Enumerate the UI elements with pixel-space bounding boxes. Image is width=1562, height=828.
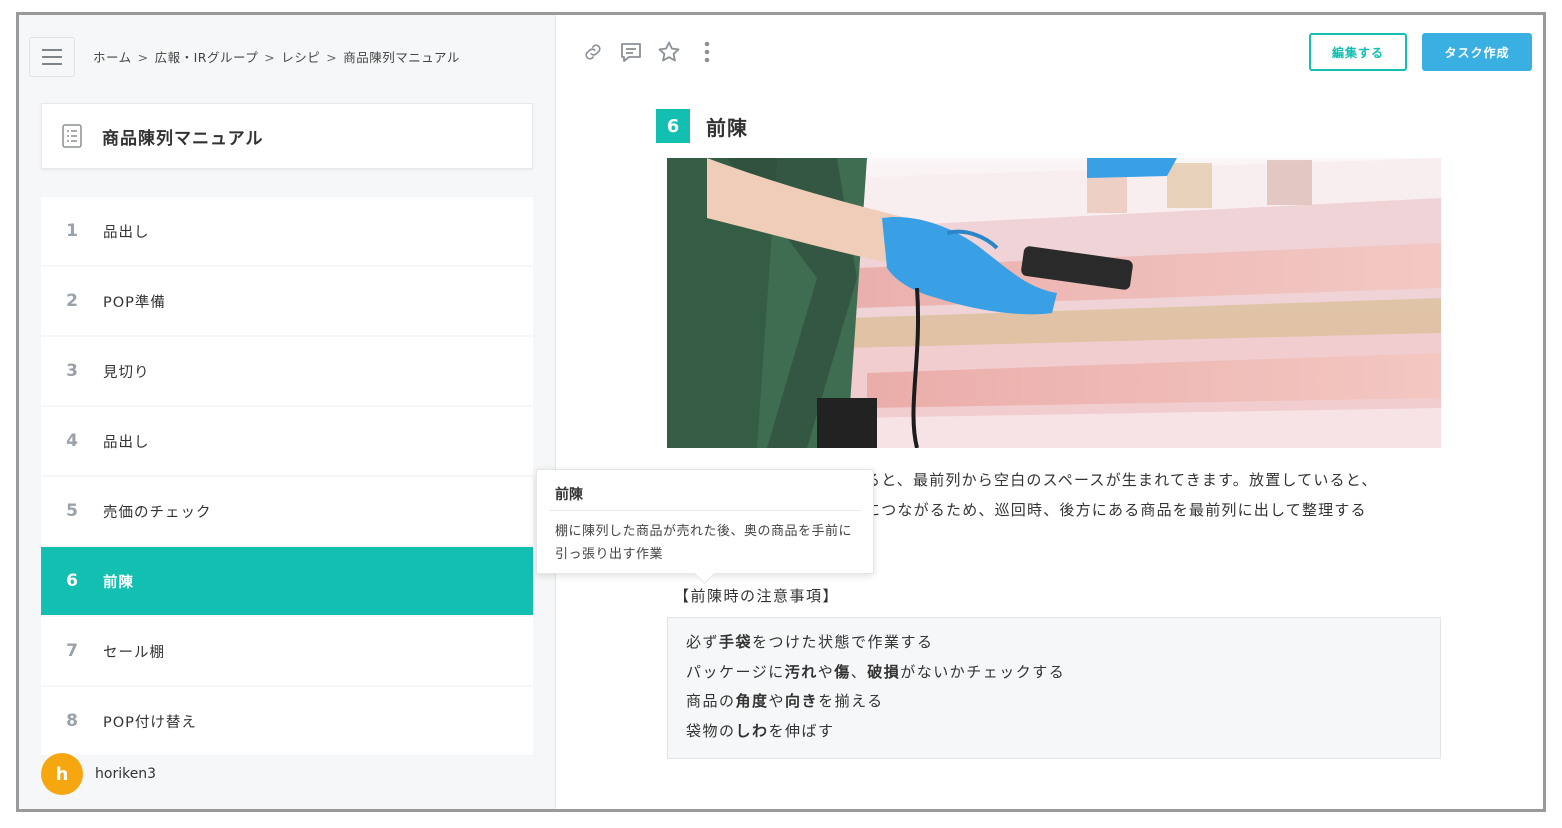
step-number: 5: [66, 501, 78, 521]
caution-item: 商品の角度や向きを揃える: [686, 687, 1440, 717]
username: horiken3: [95, 766, 157, 782]
description-line: ると、最前列から空白のスペースが生まれてきます。放置していると、: [865, 471, 1378, 489]
caution-text: を揃える: [818, 692, 884, 710]
caution-emphasis: 汚れ: [784, 662, 818, 681]
step-item-1[interactable]: 1 品出し: [41, 197, 533, 265]
breadcrumb-item[interactable]: 商品陳列マニュアル: [343, 50, 460, 65]
caution-text: パッケージに: [686, 662, 785, 681]
step-number: 1: [66, 221, 78, 241]
caution-text: 袋物の: [686, 721, 736, 740]
step-item-3[interactable]: 3 見切り: [41, 337, 533, 405]
caution-text: 、: [850, 662, 868, 681]
create-task-button[interactable]: タスク作成: [1422, 33, 1532, 71]
document-list-icon: [62, 124, 82, 148]
user-profile[interactable]: h horiken3: [41, 753, 156, 795]
step-list: 1 品出し 2 POP準備 3 見切り 4 品出し 5 売価のチェック 6 前陳 7 セール棚 8 POP付け…: [41, 197, 533, 757]
step-photo: [667, 158, 1441, 448]
step-number: 7: [66, 641, 78, 661]
caution-emphasis: 破損: [867, 662, 901, 681]
caution-text: や: [768, 692, 786, 710]
avatar[interactable]: h: [41, 753, 83, 795]
caution-text: 必ず: [686, 633, 720, 651]
step-label: 品出し: [103, 434, 150, 451]
section-number-badge: 6: [656, 109, 690, 143]
breadcrumb-separator: >: [137, 50, 149, 65]
step-item-7[interactable]: 7 セール棚: [41, 617, 533, 685]
edit-button[interactable]: 編集する: [1309, 33, 1407, 71]
caution-item: 袋物のしわを伸ばす: [686, 717, 1440, 747]
caution-text: をつけた状態で作業する: [752, 633, 934, 651]
more-vertical-icon[interactable]: [695, 39, 719, 65]
caution-title: 【前陳時の注意事項】: [674, 587, 840, 605]
tooltip-title: 前陳: [555, 487, 583, 503]
section-title: 前陳: [706, 115, 748, 140]
caution-item: パッケージに汚れや傷、破損がないかチェックする: [686, 658, 1440, 688]
step-label: 売価のチェック: [103, 504, 212, 521]
app-window: ホーム > 広報・IRグループ > レシピ > 商品陳列マニュアル 商品陳列マニュアル 1 品…: [16, 12, 1546, 812]
step-number: 4: [66, 431, 78, 451]
glossary-tooltip: 前陳 棚に陳列した商品が売れた後、奥の商品を手前に引っ張り出す作業: [536, 469, 874, 585]
step-label: POP付け替え: [103, 714, 197, 731]
document-card[interactable]: 商品陳列マニュアル: [41, 103, 533, 169]
document-title: 商品陳列マニュアル: [102, 128, 264, 149]
step-number: 8: [66, 711, 78, 731]
breadcrumb-item[interactable]: 広報・IRグループ: [155, 50, 259, 65]
caution-text: がないかチェックする: [900, 662, 1066, 681]
caution-emphasis: 傷: [834, 662, 851, 681]
step-item-4[interactable]: 4 品出し: [41, 407, 533, 475]
step-item-6[interactable]: 6 前陳: [41, 547, 533, 615]
step-label: 見切り: [103, 364, 150, 381]
caution-emphasis: 角度: [735, 692, 769, 710]
caution-emphasis: 向き: [785, 692, 819, 710]
description-line: につながるため、巡回時、後方にある商品を最前列に出して整理する: [865, 501, 1367, 519]
menu-icon: [42, 49, 62, 51]
star-icon[interactable]: [657, 39, 681, 65]
step-label: 品出し: [103, 224, 150, 241]
link-icon[interactable]: [581, 39, 605, 65]
breadcrumb-item[interactable]: ホーム: [93, 50, 132, 65]
step-number: 6: [66, 571, 78, 591]
section-heading: 6 前陳: [656, 109, 748, 143]
caution-emphasis: 手袋: [719, 633, 753, 651]
menu-toggle-button[interactable]: [29, 37, 75, 77]
breadcrumb: ホーム > 広報・IRグループ > レシピ > 商品陳列マニュアル: [93, 47, 460, 66]
comment-icon[interactable]: [619, 39, 643, 65]
sidebar: ホーム > 広報・IRグループ > レシピ > 商品陳列マニュアル 商品陳列マニュアル 1 品…: [19, 15, 556, 809]
step-description: ると、最前列から空白のスペースが生まれてきます。放置していると、 につながるため、…: [865, 465, 1455, 525]
caution-box: 必ず手袋をつけた状態で作業する パッケージに汚れや傷、破損がないかチェックする 商品…: [667, 617, 1441, 759]
caution-text: 商品の: [686, 692, 736, 710]
caution-text: や: [817, 662, 835, 681]
step-item-8[interactable]: 8 POP付け替え: [41, 687, 533, 755]
step-item-5[interactable]: 5 売価のチェック: [41, 477, 533, 545]
toolbar-icons: [581, 39, 719, 65]
caution-text: を伸ばす: [768, 721, 835, 740]
caution-emphasis: しわ: [735, 721, 769, 740]
step-label: 前陳: [103, 574, 134, 591]
step-number: 2: [66, 291, 78, 311]
step-label: POP準備: [103, 294, 166, 311]
breadcrumb-item[interactable]: レシピ: [281, 50, 320, 65]
breadcrumb-separator: >: [326, 50, 338, 65]
breadcrumb-separator: >: [264, 50, 276, 65]
step-number: 3: [66, 361, 78, 381]
step-label: セール棚: [103, 644, 165, 661]
step-item-2[interactable]: 2 POP準備: [41, 267, 533, 335]
caution-item: 必ず手袋をつけた状態で作業する: [686, 628, 1440, 658]
tooltip-body: 棚に陳列した商品が売れた後、奥の商品を手前に引っ張り出す作業: [555, 524, 853, 562]
